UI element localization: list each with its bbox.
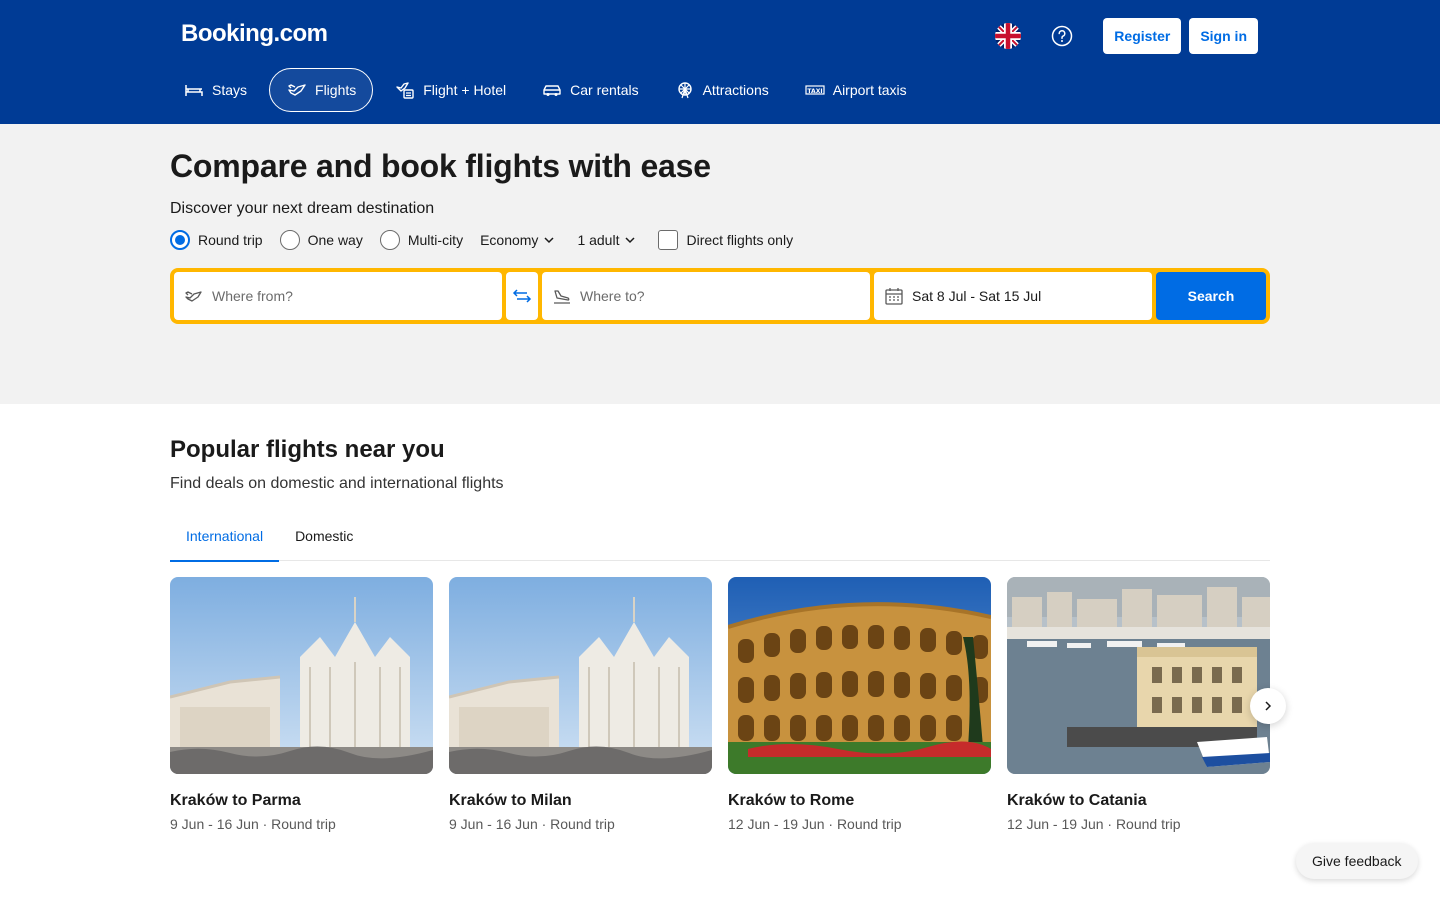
nav-item-stays[interactable]: Stays — [170, 68, 261, 112]
flight-search-hero: Compare and book flights with ease Disco… — [0, 124, 1440, 404]
plane-landing-icon — [552, 286, 572, 306]
tab-domestic[interactable]: Domestic — [279, 510, 369, 561]
one-way-radio[interactable]: One way — [280, 230, 363, 250]
nav-item-label: Airport taxis — [833, 82, 907, 98]
logo[interactable]: Booking.com — [181, 20, 328, 48]
card-title: Kraków to Parma — [170, 792, 433, 810]
uk-flag-icon[interactable] — [995, 23, 1021, 49]
register-button[interactable]: Register — [1103, 18, 1181, 54]
radio-label: Round trip — [198, 232, 263, 248]
cabin-class-dropdown[interactable]: Economy — [480, 232, 555, 248]
to-placeholder: Where to? — [580, 288, 645, 304]
chevron-down-icon — [543, 234, 555, 246]
card-meta: 12 Jun - 19 Jun · Round trip — [728, 816, 991, 832]
flight-card[interactable]: Kraków to Catania 12 Jun - 19 Jun · Roun… — [1007, 577, 1270, 832]
section-subtitle: Find deals on domestic and international… — [170, 475, 504, 493]
nav-item-label: Car rentals — [570, 82, 638, 98]
flight-card[interactable]: Kraków to Milan 9 Jun - 16 Jun · Round t… — [449, 577, 712, 832]
radio-circle — [170, 230, 190, 250]
svg-text:TAXI: TAXI — [807, 88, 822, 95]
nav-item-flight-hotel[interactable]: Flight + Hotel — [381, 68, 520, 112]
flight-cards: Kraków to Parma 9 Jun - 16 Jun · Round t… — [170, 577, 1270, 832]
chevron-right-icon — [1262, 700, 1274, 712]
destination-image — [170, 577, 433, 774]
search-options: Round trip One way Multi-city Economy 1 … — [170, 230, 793, 250]
nav-item-label: Stays — [212, 82, 247, 98]
dates-value: Sat 8 Jul - Sat 15 Jul — [912, 288, 1041, 304]
page-title: Compare and book flights with ease — [170, 148, 711, 185]
give-feedback-button[interactable]: Give feedback — [1296, 843, 1418, 879]
taxi-icon: TAXI — [804, 79, 826, 101]
radio-circle — [380, 230, 400, 250]
card-title: Kraków to Catania — [1007, 792, 1270, 810]
swap-arrows-icon — [511, 288, 533, 304]
site-header: Booking.com Register Sign in Stays — [0, 0, 1440, 124]
carousel-next-button[interactable] — [1250, 688, 1286, 724]
plane-icon — [286, 79, 308, 101]
ferris-wheel-icon — [674, 79, 696, 101]
nav-item-airport-taxis[interactable]: TAXI Airport taxis — [791, 68, 921, 112]
radio-label: Multi-city — [408, 232, 463, 248]
round-trip-radio[interactable]: Round trip — [170, 230, 263, 250]
to-field[interactable]: Where to? — [542, 272, 870, 320]
card-meta: 12 Jun - 19 Jun · Round trip — [1007, 816, 1270, 832]
destination-image — [1007, 577, 1270, 774]
radio-label: One way — [308, 232, 363, 248]
chevron-down-icon — [624, 234, 636, 246]
radio-circle — [280, 230, 300, 250]
question-icon[interactable] — [1051, 25, 1073, 47]
flight-tabs: International Domestic — [170, 510, 1270, 561]
from-field[interactable]: Where from? — [174, 272, 502, 320]
header-actions: Register Sign in — [995, 18, 1258, 54]
page-subtitle: Discover your next dream destination — [170, 200, 434, 218]
main-nav: Stays Flights Flight + Hotel Car rentals… — [170, 68, 929, 112]
card-title: Kraków to Milan — [449, 792, 712, 810]
nav-item-car-rentals[interactable]: Car rentals — [528, 68, 652, 112]
car-icon — [541, 79, 563, 101]
card-meta: 9 Jun - 16 Jun · Round trip — [449, 816, 712, 832]
destination-image — [449, 577, 712, 774]
plane-hotel-icon — [394, 79, 416, 101]
passengers-dropdown[interactable]: 1 adult — [577, 232, 636, 248]
calendar-icon — [884, 286, 904, 306]
destination-image — [728, 577, 991, 774]
nav-item-label: Attractions — [703, 82, 769, 98]
nav-item-label: Flight + Hotel — [423, 82, 506, 98]
cabin-class-value: Economy — [480, 232, 538, 248]
from-placeholder: Where from? — [212, 288, 293, 304]
multi-city-radio[interactable]: Multi-city — [380, 230, 463, 250]
tab-international[interactable]: International — [170, 510, 279, 561]
section-title: Popular flights near you — [170, 436, 445, 464]
card-title: Kraków to Rome — [728, 792, 991, 810]
passengers-value: 1 adult — [577, 232, 619, 248]
nav-item-label: Flights — [315, 82, 356, 98]
search-bar: Where from? Where to? Sat 8 Jul - Sat 15… — [170, 268, 1270, 324]
flight-card[interactable]: Kraków to Rome 12 Jun - 19 Jun · Round t… — [728, 577, 991, 832]
direct-flights-checkbox[interactable]: Direct flights only — [658, 230, 793, 250]
swap-button[interactable] — [506, 272, 538, 320]
checkbox-label: Direct flights only — [686, 232, 793, 248]
signin-button[interactable]: Sign in — [1189, 18, 1258, 54]
card-meta: 9 Jun - 16 Jun · Round trip — [170, 816, 433, 832]
plane-takeoff-icon — [184, 286, 204, 306]
nav-item-flights[interactable]: Flights — [269, 68, 373, 112]
search-button[interactable]: Search — [1156, 272, 1266, 320]
dates-field[interactable]: Sat 8 Jul - Sat 15 Jul — [874, 272, 1152, 320]
checkbox-box — [658, 230, 678, 250]
nav-item-attractions[interactable]: Attractions — [661, 68, 783, 112]
bed-icon — [183, 79, 205, 101]
flight-card[interactable]: Kraków to Parma 9 Jun - 16 Jun · Round t… — [170, 577, 433, 832]
